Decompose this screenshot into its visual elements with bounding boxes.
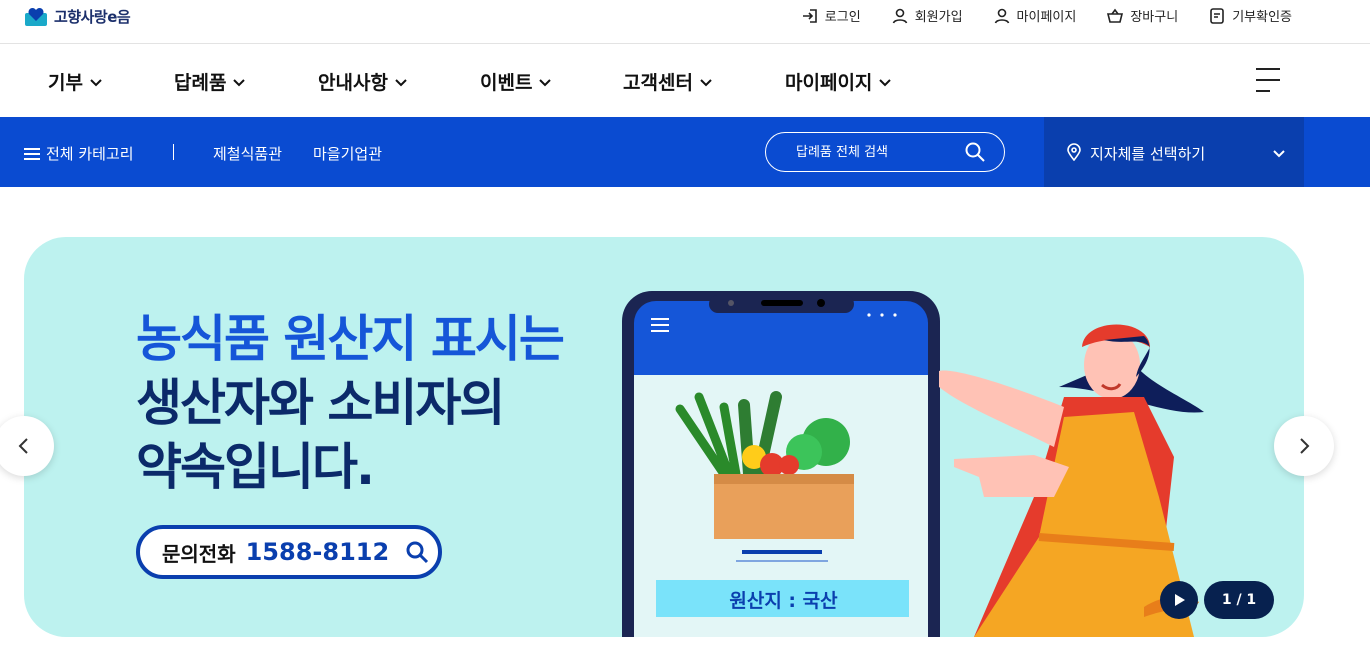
- chevron-down-icon: [233, 78, 246, 86]
- main-navigation: 기부 답례품 안내사항 이벤트 고객센터 마이페이지: [0, 44, 1370, 117]
- chevron-down-icon: [879, 78, 892, 86]
- cart-link[interactable]: 장바구니: [1106, 6, 1178, 25]
- seasonal-food-link[interactable]: 제철식품관: [213, 143, 282, 164]
- phone-label: 문의전화: [162, 541, 236, 566]
- nav-donation[interactable]: 기부: [48, 68, 103, 95]
- basket-icon: [1107, 8, 1124, 23]
- login-icon: [802, 8, 817, 23]
- chevron-right-icon: [1300, 438, 1310, 454]
- magnifier-icon: [406, 541, 429, 564]
- cart-label: 장바구니: [1130, 10, 1179, 25]
- nav-event[interactable]: 이벤트: [480, 68, 552, 95]
- top-utility-bar: 고향사랑e음 로그인 회원가입 마이페이지 장바구니 기부확인증: [0, 0, 1370, 44]
- donation-certificate-label: 기부확인증: [1232, 10, 1292, 25]
- hamburger-menu-icon[interactable]: [1255, 66, 1281, 94]
- donation-certificate-link[interactable]: 기부확인증: [1208, 6, 1292, 25]
- region-select[interactable]: 지자체를 선택하기: [1044, 117, 1304, 187]
- nav-guide[interactable]: 안내사항: [318, 68, 408, 95]
- login-label: 로그인: [824, 10, 861, 25]
- region-select-label: 지자체를 선택하기: [1090, 145, 1206, 163]
- chevron-down-icon: [395, 78, 407, 86]
- chevron-down-icon: [700, 78, 712, 86]
- village-enterprise-link[interactable]: 마을기업관: [313, 143, 382, 164]
- category-bar: 전체 카테고리 제철식품관 마을기업관 지자체를 선택하기: [0, 117, 1370, 187]
- login-link[interactable]: 로그인: [801, 6, 861, 25]
- chevron-down-icon: [1273, 150, 1285, 158]
- play-icon: [1175, 594, 1185, 606]
- nav-gifts[interactable]: 답례품: [174, 68, 246, 95]
- user-icon: [892, 8, 907, 23]
- search-input[interactable]: [796, 142, 956, 162]
- chevron-down-icon: [90, 78, 102, 86]
- nav-event-label: 이벤트: [480, 72, 533, 94]
- origin-label: 원산지 : 국산: [729, 590, 838, 612]
- utility-menu: 로그인 회원가입 마이페이지 장바구니 기부확인증: [801, 6, 1292, 25]
- chevron-left-icon: [18, 438, 28, 454]
- carousel-play-button[interactable]: [1160, 581, 1198, 619]
- nav-mypage[interactable]: 마이페이지: [785, 68, 892, 95]
- signup-label: 회원가입: [914, 10, 963, 25]
- site-logo[interactable]: 고향사랑e음: [24, 4, 131, 28]
- search-box: [765, 132, 1005, 172]
- nav-customer-center-label: 고객센터: [623, 72, 693, 94]
- signup-link[interactable]: 회원가입: [891, 6, 963, 25]
- search-icon[interactable]: [964, 141, 986, 163]
- inquiry-phone-badge: 문의전화 1588-8112: [136, 525, 442, 579]
- nav-donation-label: 기부: [48, 72, 83, 94]
- nav-customer-center[interactable]: 고객센터: [623, 68, 713, 95]
- carousel-page-indicator: 1 / 1: [1204, 581, 1274, 619]
- hero-banner: 농식품 원산지 표시는 생산자와 소비자의 약속입니다. 문의전화 1588-8…: [24, 237, 1304, 637]
- chevron-down-icon: [539, 78, 552, 86]
- document-icon: [1210, 7, 1224, 24]
- mypage-link[interactable]: 마이페이지: [993, 6, 1077, 25]
- carousel-next-button[interactable]: [1274, 416, 1334, 476]
- mypage-label: 마이페이지: [1016, 10, 1077, 25]
- heart-logo-icon: [25, 7, 47, 26]
- nav-gifts-label: 답례품: [174, 72, 227, 94]
- divider: [173, 144, 174, 160]
- location-pin-icon: [1067, 143, 1081, 161]
- all-categories-button[interactable]: 전체 카테고리: [24, 143, 134, 164]
- user-icon: [994, 8, 1009, 23]
- nav-guide-label: 안내사항: [318, 72, 388, 94]
- headline-line-2: 생산자와 소비자의: [136, 374, 505, 432]
- headline-line-3: 약속입니다.: [136, 438, 375, 496]
- nav-mypage-label: 마이페이지: [785, 72, 873, 94]
- all-categories-label: 전체 카테고리: [46, 145, 134, 163]
- menu-icon: [24, 147, 40, 160]
- phone-number: 1588-8112: [245, 538, 390, 566]
- headline-line-1: 농식품 원산지 표시는: [136, 310, 565, 368]
- logo-text: 고향사랑e음: [54, 7, 131, 26]
- banner-headline: 농식품 원산지 표시는 생산자와 소비자의 약속입니다.: [136, 307, 565, 499]
